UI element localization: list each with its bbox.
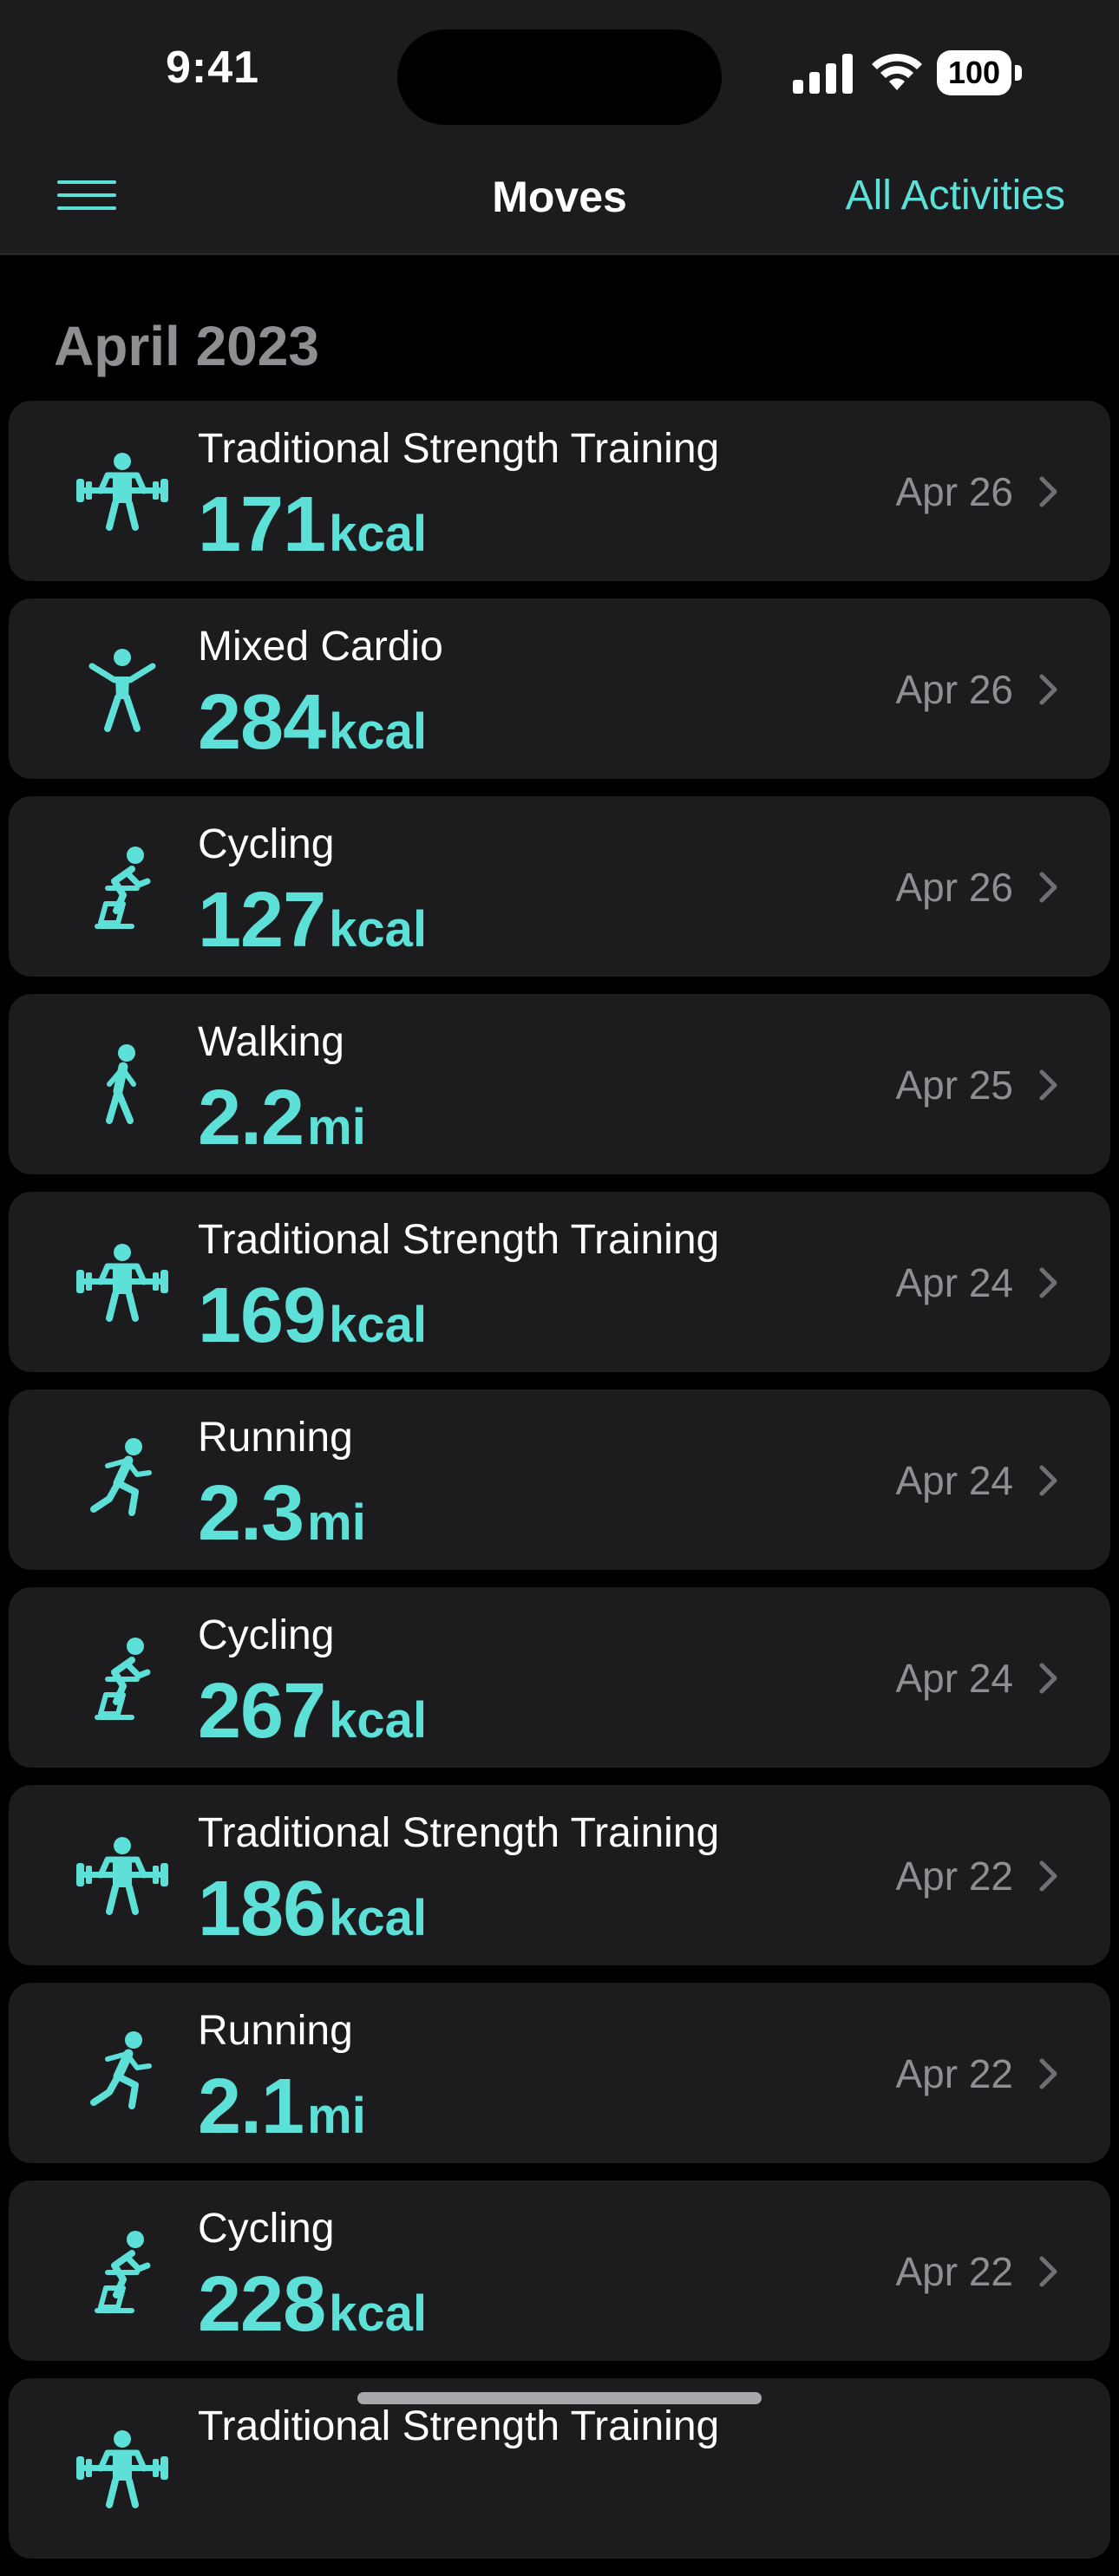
activity-unit: kcal: [329, 2285, 428, 2342]
activity-value: 284: [198, 679, 326, 766]
activity-metric: 228kcal: [198, 2260, 427, 2350]
activity-metric: 2.1mi: [198, 2063, 366, 2152]
activity-date: Apr 26: [895, 667, 1013, 712]
battery-level: 100: [937, 50, 1011, 95]
battery-icon: 100: [937, 50, 1024, 97]
strength-training-icon: [75, 444, 170, 539]
activity-title: Mixed Cardio: [198, 624, 443, 670]
activity-title: Traditional Strength Training: [198, 1217, 720, 1263]
activity-list: Traditional Strength Training 171kcal Apr …: [9, 401, 1110, 2576]
activity-unit: kcal: [329, 703, 428, 760]
cycling-icon: [75, 840, 170, 935]
activity-metric: [198, 2458, 201, 2547]
activity-title: Cycling: [198, 1612, 335, 1658]
activity-date: Apr 22: [895, 2051, 1013, 2096]
activity-value: 267: [198, 1668, 326, 1755]
activity-date: Apr 26: [895, 469, 1013, 514]
chevron-right-icon: [1039, 1663, 1057, 1694]
activity-metric: 127kcal: [198, 876, 427, 965]
section-header: April 2023: [54, 315, 319, 377]
chevron-right-icon: [1039, 476, 1057, 507]
activity-value: 169: [198, 1272, 326, 1359]
activity-metric: 171kcal: [198, 481, 427, 570]
activity-unit: mi: [307, 2088, 366, 2144]
activity-value: 2.3: [198, 1470, 304, 1557]
activity-row[interactable]: Walking 2.2mi Apr 25: [9, 994, 1110, 1174]
dynamic-island: [397, 29, 722, 125]
chevron-right-icon: [1039, 872, 1057, 903]
cellular-signal-icon: [793, 54, 853, 94]
running-icon: [75, 1433, 170, 1528]
activity-title: Cycling: [198, 2206, 335, 2252]
activity-title: Running: [198, 1415, 353, 1461]
activity-title: Running: [198, 2008, 353, 2054]
activity-value: 228: [198, 2261, 326, 2348]
mixed-cardio-icon: [75, 642, 170, 737]
wifi-icon: [872, 53, 922, 90]
activity-row[interactable]: Cycling 127kcal Apr 26: [9, 796, 1110, 977]
chevron-right-icon: [1039, 2058, 1057, 2089]
activity-date: Apr 24: [895, 1260, 1013, 1305]
activity-date: Apr 22: [895, 2249, 1013, 2294]
strength-training-icon: [75, 1828, 170, 1924]
activity-value: 2.1: [198, 2063, 304, 2150]
page-title: Moves: [492, 173, 627, 221]
activity-date: Apr 25: [895, 1062, 1013, 1108]
activity-metric: 2.2mi: [198, 1074, 366, 1163]
activity-row[interactable]: Traditional Strength Training 171kcal Apr …: [9, 401, 1110, 581]
activity-title: Cycling: [198, 821, 335, 867]
activity-metric: 186kcal: [198, 1865, 427, 1954]
activity-title: Traditional Strength Training: [198, 426, 720, 472]
activity-metric: 2.3mi: [198, 1469, 366, 1559]
activity-unit: kcal: [329, 1890, 428, 1946]
chevron-right-icon: [1039, 2256, 1057, 2287]
menu-icon[interactable]: [57, 180, 116, 213]
activity-row[interactable]: Traditional Strength Training 169kcal Apr …: [9, 1192, 1110, 1372]
activity-row[interactable]: Running 2.1mi Apr 22: [9, 1983, 1110, 2163]
status-bar: 9:41 100: [0, 0, 1119, 147]
activity-row[interactable]: Cycling 267kcal Apr 24: [9, 1587, 1110, 1768]
activity-unit: kcal: [329, 1692, 428, 1749]
activity-unit: mi: [307, 1099, 366, 1155]
chevron-right-icon: [1039, 1860, 1057, 1892]
activity-date: Apr 24: [895, 1458, 1013, 1503]
strength-training-icon: [75, 1235, 170, 1330]
cycling-icon: [75, 1631, 170, 1726]
activity-title: Traditional Strength Training: [198, 2403, 720, 2449]
running-icon: [75, 2026, 170, 2122]
status-time: 9:41: [165, 42, 260, 93]
activity-row[interactable]: Traditional Strength Training 186kcal Apr …: [9, 1785, 1110, 1965]
activity-title: Walking: [198, 1019, 344, 1065]
activity-row[interactable]: Mixed Cardio 284kcal Apr 26: [9, 598, 1110, 779]
chevron-right-icon: [1039, 1069, 1057, 1101]
activity-unit: kcal: [329, 1297, 428, 1353]
activity-metric: 169kcal: [198, 1272, 427, 1361]
cycling-icon: [75, 2224, 170, 2319]
activity-value: 186: [198, 1866, 326, 1952]
walking-icon: [75, 1037, 170, 1133]
home-indicator[interactable]: [357, 2392, 762, 2404]
activity-title: Traditional Strength Training: [198, 1810, 720, 1856]
activity-date: Apr 22: [895, 1854, 1013, 1899]
activity-value: 171: [198, 481, 326, 568]
activity-unit: mi: [307, 1494, 366, 1551]
activity-row[interactable]: Cycling 228kcal Apr 22: [9, 2180, 1110, 2361]
chevron-right-icon: [1039, 1267, 1057, 1298]
strength-training-icon: [75, 2422, 170, 2517]
activity-metric: 284kcal: [198, 678, 427, 768]
activity-unit: kcal: [329, 901, 428, 958]
activity-metric: 267kcal: [198, 1667, 427, 1756]
activity-row[interactable]: Running 2.3mi Apr 24: [9, 1389, 1110, 1570]
navigation-bar: 9:41 100 Moves All Activities: [0, 0, 1119, 255]
activity-unit: kcal: [329, 506, 428, 562]
activity-value: 2.2: [198, 1075, 304, 1161]
activity-date: Apr 26: [895, 865, 1013, 910]
activity-row[interactable]: Traditional Strength Training: [9, 2378, 1110, 2559]
chevron-right-icon: [1039, 1465, 1057, 1496]
chevron-right-icon: [1039, 674, 1057, 705]
all-activities-button[interactable]: All Activities: [846, 172, 1065, 219]
activity-value: 127: [198, 877, 326, 964]
activity-date: Apr 24: [895, 1656, 1013, 1701]
